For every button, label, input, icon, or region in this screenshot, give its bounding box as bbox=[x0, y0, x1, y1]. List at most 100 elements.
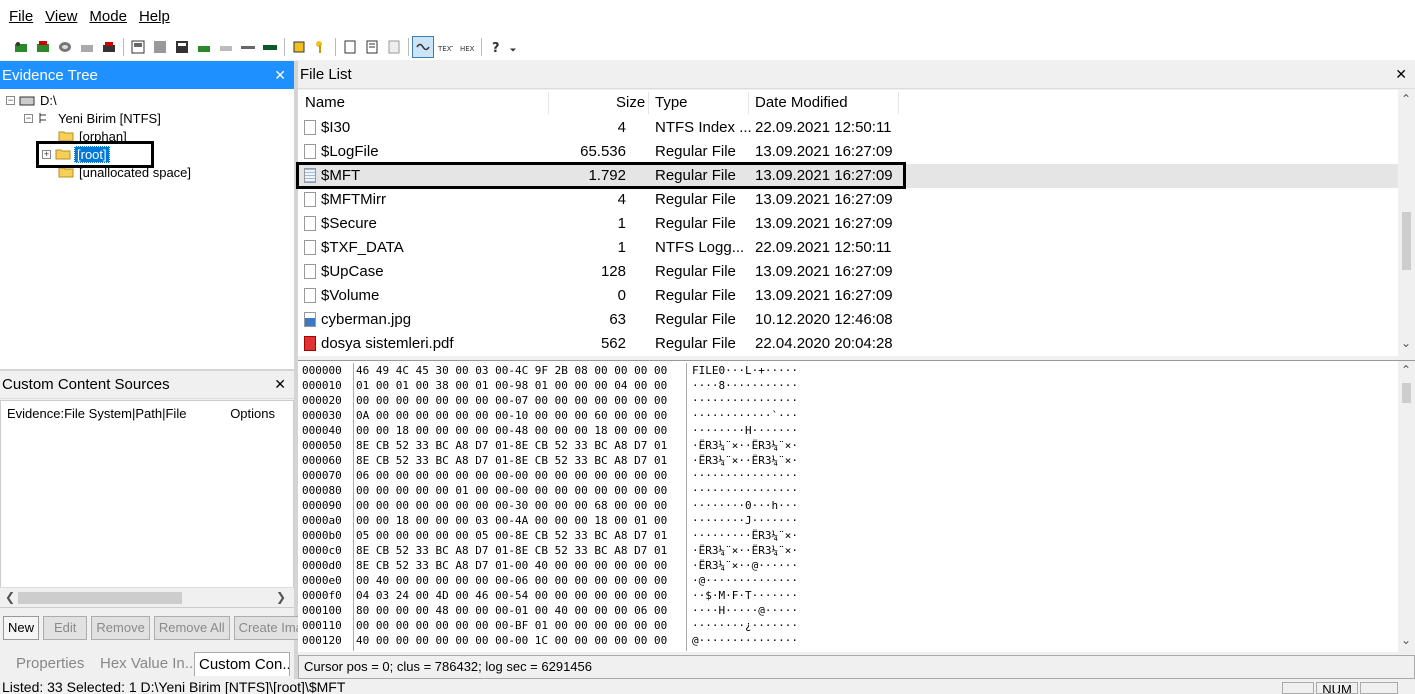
horizontal-scrollbar[interactable]: ❮ ❯ bbox=[0, 587, 294, 607]
hex-line[interactable]: 0000f0 04 03 24 00 4D 00 46 00-54 00 00 0… bbox=[302, 588, 822, 603]
collapse-icon[interactable]: − bbox=[24, 113, 33, 123]
column-divider[interactable] bbox=[648, 92, 649, 114]
hex-ascii: ········J······· bbox=[692, 514, 798, 527]
hex-line[interactable]: 000080 00 00 00 00 00 01 00 00-00 00 00 0… bbox=[302, 483, 822, 498]
edit-button[interactable]: Edit bbox=[43, 616, 88, 640]
obtain-protected-files-icon[interactable] bbox=[237, 36, 259, 58]
hex-line[interactable]: 000000 46 49 4C 45 30 00 03 00-4C 9F 2B 0… bbox=[302, 363, 822, 378]
column-header-name[interactable]: Name bbox=[305, 94, 345, 111]
file-name: dosya sistemleri.pdf bbox=[321, 335, 454, 352]
export-files-icon[interactable] bbox=[310, 36, 332, 58]
scroll-up-icon[interactable]: ⌃ bbox=[1401, 363, 1411, 377]
file-row[interactable]: dosya sistemleri.pdf 562 Regular File 22.04… bbox=[298, 332, 1398, 356]
tab-hex-value-interpreter[interactable]: Hex Value In... bbox=[96, 652, 194, 676]
decrypt-icon[interactable] bbox=[288, 36, 310, 58]
hex-line[interactable]: 000090 00 00 00 00 00 00 00 00-30 00 00 0… bbox=[302, 498, 822, 513]
hex-line[interactable]: 0000c0 8E CB 52 33 BC A8 D7 01-8E CB 52 3… bbox=[302, 543, 822, 558]
scroll-down-icon[interactable]: ⌄ bbox=[1401, 633, 1411, 647]
menu-view[interactable]: View bbox=[39, 0, 83, 34]
scroll-down-icon[interactable]: ⌄ bbox=[1401, 336, 1411, 350]
close-icon[interactable]: ✕ bbox=[1395, 66, 1413, 83]
verify-drive-icon[interactable] bbox=[193, 36, 215, 58]
column-header-date[interactable]: Date Modified bbox=[755, 94, 848, 111]
hex-line[interactable]: 0000a0 00 00 18 00 00 00 03 00-4A 00 00 0… bbox=[302, 513, 822, 528]
hex-line[interactable]: 000120 40 00 00 00 00 00 00 00-00 1C 00 0… bbox=[302, 633, 822, 648]
file-row[interactable]: $LogFile 65.536 Regular File 13.09.2021 16:… bbox=[298, 140, 1398, 164]
scroll-thumb[interactable] bbox=[1402, 383, 1411, 403]
tab-properties[interactable]: Properties bbox=[0, 652, 96, 676]
hex-view[interactable]: ⌃ ⌄ 000000 46 49 4C 45 30 00 03 00-4C 9F … bbox=[298, 360, 1415, 652]
help-icon[interactable]: ? bbox=[485, 36, 507, 58]
remove-button[interactable]: Remove bbox=[91, 616, 150, 640]
remove-all-button[interactable]: Remove All bbox=[153, 616, 230, 640]
scroll-thumb[interactable] bbox=[1402, 212, 1411, 270]
new-button[interactable]: New bbox=[3, 616, 40, 640]
column-header-options[interactable]: Options bbox=[230, 406, 287, 421]
file-date: 10.12.2020 12:46:08 bbox=[755, 311, 893, 328]
export-directory-listing-icon[interactable] bbox=[361, 36, 383, 58]
export-icon[interactable] bbox=[171, 36, 193, 58]
hex-line[interactable]: 000110 00 00 00 00 00 00 00 00-BF 01 00 0… bbox=[302, 618, 822, 633]
text-view-icon[interactable]: TEXT bbox=[434, 36, 456, 58]
file-row[interactable]: $Volume 0 Regular File 13.09.2021 16:27:09 bbox=[298, 284, 1398, 308]
column-header-size[interactable]: Size bbox=[616, 94, 645, 111]
file-list-vertical-scrollbar[interactable]: ⌃ ⌄ bbox=[1398, 90, 1415, 356]
scroll-thumb[interactable] bbox=[18, 592, 182, 604]
file-type: Regular File bbox=[655, 311, 736, 328]
menu-mode[interactable]: Mode bbox=[83, 0, 133, 34]
menu-help[interactable]: Help bbox=[133, 0, 176, 34]
hex-line[interactable]: 000030 0A 00 00 00 00 00 00 00-10 00 00 0… bbox=[302, 408, 822, 423]
hex-line[interactable]: 0000d0 8E CB 52 33 BC A8 D7 01-00 40 00 0… bbox=[302, 558, 822, 573]
column-divider[interactable] bbox=[898, 92, 899, 114]
hex-line[interactable]: 000040 00 00 18 00 00 00 00 00-48 00 00 0… bbox=[302, 423, 822, 438]
scroll-right-icon[interactable]: ❯ bbox=[276, 590, 286, 604]
column-divider[interactable] bbox=[748, 92, 749, 114]
menu-file[interactable]: File bbox=[3, 0, 39, 34]
dropdown-icon[interactable] bbox=[507, 36, 519, 58]
hex-line[interactable]: 0000b0 05 00 00 00 00 00 05 00-8E CB 52 3… bbox=[302, 528, 822, 543]
scroll-up-icon[interactable]: ⌃ bbox=[1401, 92, 1411, 106]
capture-memory-icon[interactable] bbox=[215, 36, 237, 58]
view-files-icon[interactable] bbox=[339, 36, 361, 58]
column-header-evidence[interactable]: Evidence:File System|Path|File bbox=[7, 406, 186, 421]
file-type: Regular File bbox=[655, 191, 736, 208]
file-row[interactable]: $Secure 1 Regular File 13.09.2021 16:27:09 bbox=[298, 212, 1398, 236]
hex-line[interactable]: 000010 01 00 01 00 38 00 01 00-98 01 00 0… bbox=[302, 378, 822, 393]
add-all-evidence-icon[interactable] bbox=[32, 36, 54, 58]
detect-encryption-icon[interactable] bbox=[259, 36, 281, 58]
natural-view-icon[interactable] bbox=[412, 36, 434, 58]
hex-vertical-scrollbar[interactable]: ⌃ ⌄ bbox=[1398, 361, 1415, 652]
column-header-type[interactable]: Type bbox=[655, 94, 688, 111]
annotation-box bbox=[36, 141, 154, 168]
file-row[interactable]: $MFTMirr 4 Regular File 13.09.2021 16:27:09 bbox=[298, 188, 1398, 212]
create-disk-image-icon[interactable] bbox=[127, 36, 149, 58]
hex-offset: 0000b0 bbox=[302, 529, 342, 542]
hex-view-icon[interactable]: HEX bbox=[456, 36, 478, 58]
save-icon[interactable] bbox=[149, 36, 171, 58]
hex-line[interactable]: 000070 06 00 00 00 00 00 00 00-00 00 00 0… bbox=[302, 468, 822, 483]
hex-line[interactable]: 000060 8E CB 52 33 BC A8 D7 01-8E CB 52 3… bbox=[302, 453, 822, 468]
hex-line[interactable]: 0000e0 00 40 00 00 00 00 00 00-06 00 00 0… bbox=[302, 573, 822, 588]
collapse-icon[interactable]: − bbox=[6, 95, 15, 105]
image-file-icon[interactable] bbox=[54, 36, 76, 58]
file-row[interactable]: cyberman.jpg 63 Regular File 10.12.2020 12:… bbox=[298, 308, 1398, 332]
column-divider[interactable] bbox=[548, 92, 549, 114]
custom-content-list[interactable]: Evidence:File System|Path|File Options bbox=[0, 400, 294, 608]
file-row[interactable]: $TXF_DATA 1 NTFS Logg... 22.09.2021 12:50:1… bbox=[298, 236, 1398, 260]
tree-node-volume[interactable]: − Yeni Birim [NTFS] bbox=[24, 109, 163, 127]
add-evidence-icon[interactable] bbox=[10, 36, 32, 58]
remove-all-icon[interactable] bbox=[98, 36, 120, 58]
tab-custom-content[interactable]: Custom Con... bbox=[194, 652, 290, 676]
hex-line[interactable]: 000050 8E CB 52 33 BC A8 D7 01-8E CB 52 3… bbox=[302, 438, 822, 453]
hex-line[interactable]: 000100 80 00 00 00 48 00 00 00-01 00 40 0… bbox=[302, 603, 822, 618]
close-icon[interactable]: ✕ bbox=[274, 376, 292, 393]
hex-line[interactable]: 000020 00 00 00 00 00 00 00 00-07 00 00 0… bbox=[302, 393, 822, 408]
remove-evidence-icon[interactable] bbox=[76, 36, 98, 58]
file-row[interactable]: $I30 4 NTFS Index ... 22.09.2021 12:50:11 bbox=[298, 116, 1398, 140]
properties-icon[interactable] bbox=[383, 36, 405, 58]
hex-bytes: 04 03 24 00 4D 00 46 00-54 00 00 00 00 0… bbox=[356, 589, 668, 602]
scroll-left-icon[interactable]: ❮ bbox=[5, 590, 15, 604]
tree-node-drive[interactable]: − D:\ bbox=[6, 91, 59, 109]
file-row[interactable]: $UpCase 128 Regular File 13.09.2021 16:27:0… bbox=[298, 260, 1398, 284]
close-icon[interactable]: ✕ bbox=[274, 67, 292, 84]
